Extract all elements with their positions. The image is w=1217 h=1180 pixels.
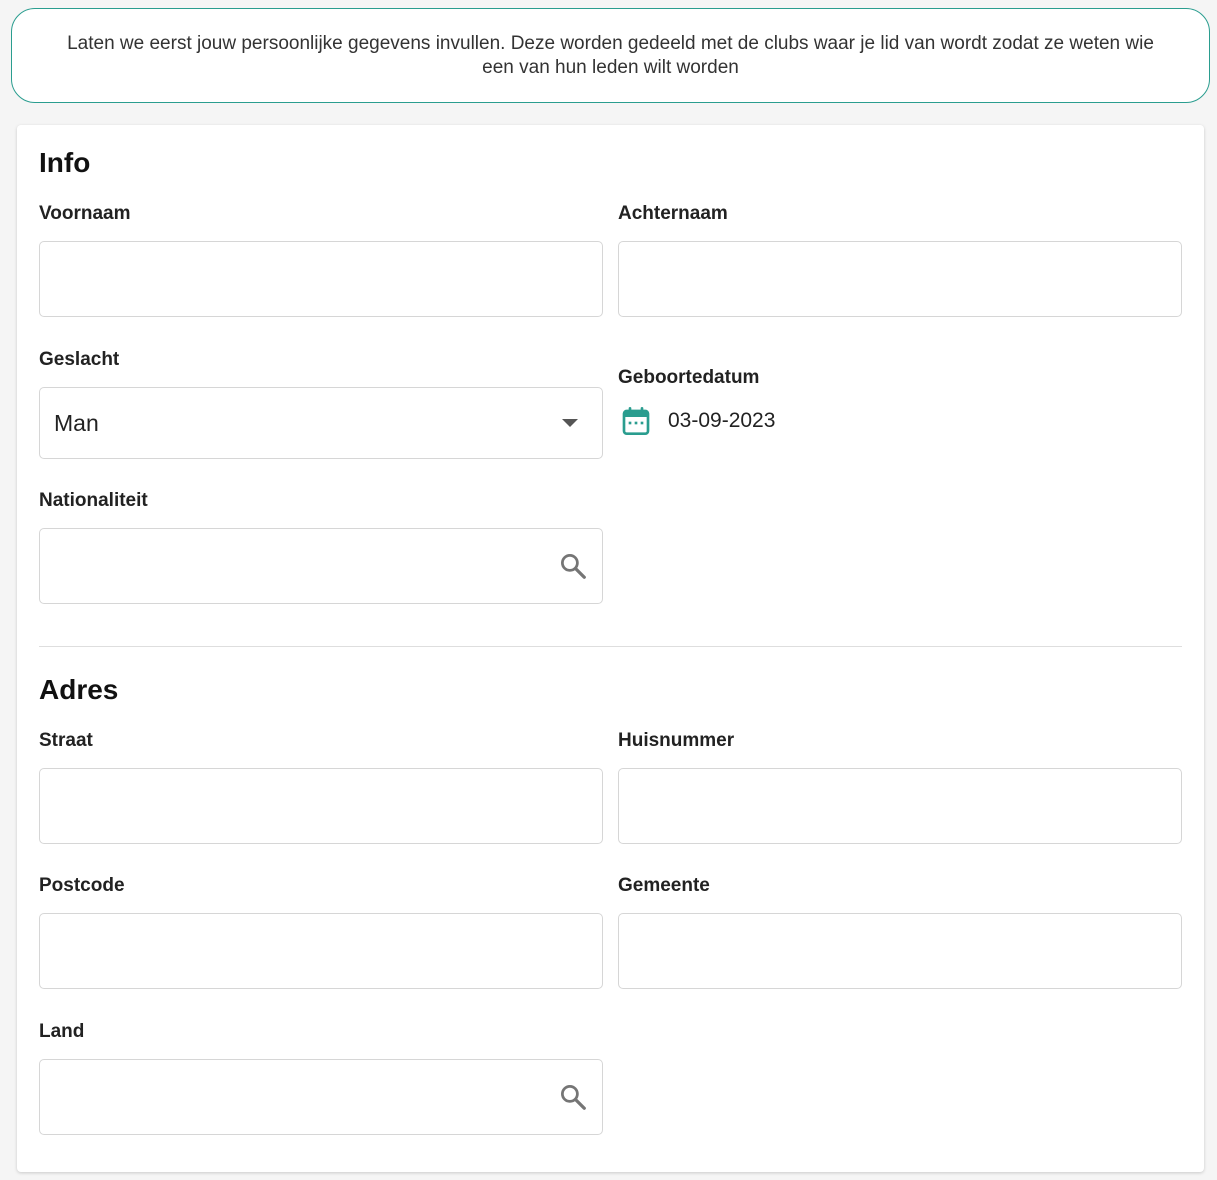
city-label: Gemeente [618,875,710,896]
birthdate-value[interactable]: 03-09-2023 [668,409,775,433]
search-icon[interactable] [558,551,588,581]
city-field[interactable] [618,913,1182,989]
info-banner: Laten we eerst jouw persoonlijke gegeven… [11,8,1210,103]
gender-select[interactable]: Man [39,387,603,459]
street-input[interactable] [40,769,602,843]
city-input[interactable] [619,914,1181,988]
birthdate-label: Geboortedatum [618,367,760,388]
gender-selected-value: Man [54,409,99,436]
address-section-title: Adres [39,674,119,705]
firstname-label: Voornaam [39,203,131,224]
banner-text: Laten we eerst jouw persoonlijke gegeven… [67,32,1154,78]
gender-label: Geslacht [39,349,120,370]
personal-details-card: Info Voornaam Achternaam Geslacht Man Ge… [17,125,1204,1172]
lastname-label: Achternaam [618,203,728,224]
nationality-field[interactable] [39,528,603,604]
firstname-field[interactable] [39,241,603,317]
postcode-input[interactable] [40,914,602,988]
postcode-label: Postcode [39,875,125,896]
country-input[interactable] [40,1060,602,1134]
lastname-input[interactable] [619,242,1181,316]
chevron-down-icon [562,419,578,427]
country-field[interactable] [39,1059,603,1135]
street-label: Straat [39,730,93,751]
nationality-input[interactable] [40,529,602,603]
calendar-icon[interactable] [620,405,652,437]
postcode-field[interactable] [39,913,603,989]
birthdate-picker[interactable]: 03-09-2023 [620,405,775,437]
lastname-field[interactable] [618,241,1182,317]
country-label: Land [39,1021,85,1042]
firstname-input[interactable] [40,242,602,316]
street-field[interactable] [39,768,603,844]
info-section-title: Info [39,147,91,178]
section-divider [39,646,1182,647]
housenumber-field[interactable] [618,768,1182,844]
housenumber-label: Huisnummer [618,730,735,751]
search-icon[interactable] [558,1082,588,1112]
nationality-label: Nationaliteit [39,490,148,511]
housenumber-input[interactable] [619,769,1181,843]
